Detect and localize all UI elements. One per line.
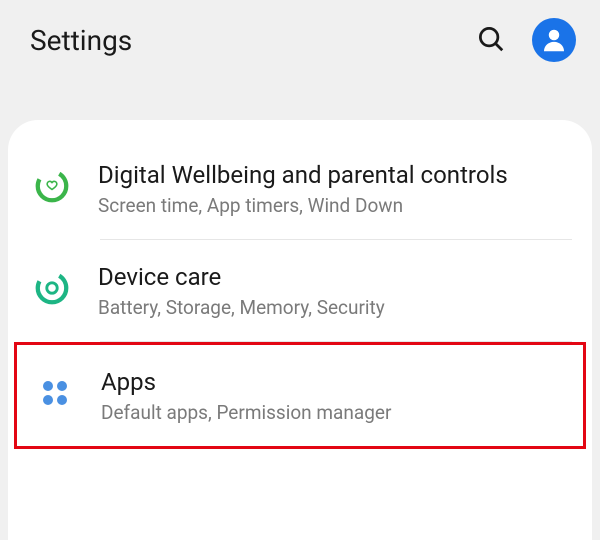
item-title: Device care: [98, 262, 385, 292]
settings-item-apps[interactable]: Apps Default apps, Permission manager: [17, 345, 583, 446]
header-actions: [472, 18, 576, 62]
search-icon: [476, 24, 506, 57]
item-text-group: Device care Battery, Storage, Memory, Se…: [98, 262, 385, 319]
apps-icon: [35, 373, 75, 413]
settings-item-digital-wellbeing[interactable]: Digital Wellbeing and parental controls …: [8, 138, 592, 239]
profile-icon: [532, 18, 576, 62]
settings-item-device-care[interactable]: Device care Battery, Storage, Memory, Se…: [8, 240, 592, 341]
item-title: Digital Wellbeing and parental controls: [98, 160, 508, 190]
item-text-group: Apps Default apps, Permission manager: [101, 367, 391, 424]
search-button[interactable]: [472, 20, 510, 61]
item-subtitle: Battery, Storage, Memory, Security: [98, 296, 385, 319]
profile-button[interactable]: [532, 18, 576, 62]
settings-header: Settings: [0, 0, 600, 80]
item-title: Apps: [101, 367, 391, 397]
device-care-icon: [32, 268, 72, 308]
item-subtitle: Default apps, Permission manager: [101, 401, 391, 424]
highlight-box: Apps Default apps, Permission manager: [14, 342, 586, 449]
page-title: Settings: [30, 24, 132, 57]
settings-list-card: Digital Wellbeing and parental controls …: [8, 120, 592, 540]
digital-wellbeing-icon: [32, 166, 72, 206]
item-text-group: Digital Wellbeing and parental controls …: [98, 160, 508, 217]
item-subtitle: Screen time, App timers, Wind Down: [98, 194, 508, 217]
